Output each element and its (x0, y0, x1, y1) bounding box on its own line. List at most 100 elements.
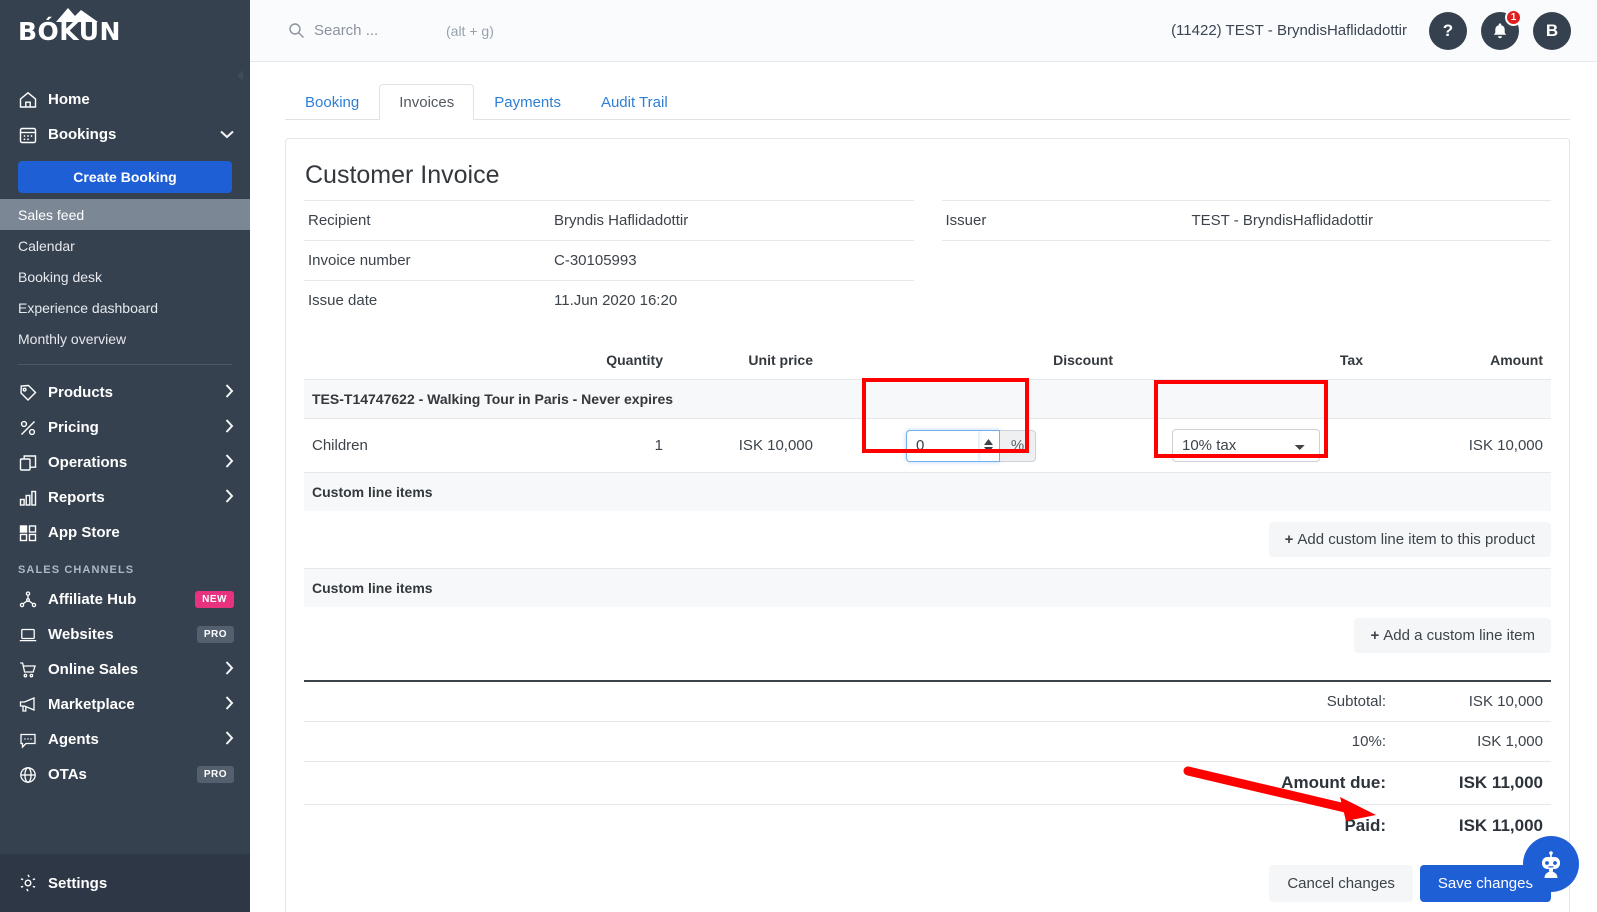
chevron-right-icon (225, 488, 234, 507)
meta-value: Bryndis Haflidadottir (554, 212, 689, 229)
sidebar-item-label: Operations (48, 454, 128, 471)
mountain-logo-icon (56, 7, 98, 22)
globe-icon (18, 765, 48, 785)
invoice-actions: Cancel changes Save changes (304, 865, 1551, 902)
sidebar-item-calendar[interactable]: Calendar (0, 230, 250, 261)
col-header-description (304, 346, 551, 380)
table-row: Children 1 ISK 10,000 % (304, 418, 1551, 473)
tag-icon (18, 383, 48, 403)
bar-chart-icon (18, 488, 48, 508)
account-name: (11422) TEST - BryndisHaflidadottir (1171, 22, 1407, 39)
tab-label: Audit Trail (600, 94, 668, 111)
chevron-down-icon (220, 126, 234, 143)
sidebar-item-home[interactable]: Home (0, 82, 250, 117)
meta-value: TEST - BryndisHaflidadottir (1191, 212, 1373, 229)
add-custom-line-item-label: Add a custom line item (1383, 627, 1535, 644)
sidebar-item-operations[interactable]: Operations (0, 445, 250, 480)
network-icon (18, 590, 48, 610)
brand-logo[interactable]: BÓKUN (0, 0, 250, 62)
add-custom-to-product-label: Add custom line item to this product (1297, 531, 1535, 548)
meta-value: C-30105993 (554, 252, 637, 269)
tab-audit-trail[interactable]: Audit Trail (581, 84, 688, 120)
sidebar-item-products[interactable]: Products (0, 375, 250, 410)
search-input[interactable] (314, 22, 424, 39)
percent-icon (18, 418, 48, 438)
global-search[interactable]: (alt + g) (288, 22, 494, 39)
sidebar-collapse-toggle[interactable] (228, 58, 250, 92)
create-booking-label: Create Booking (73, 169, 177, 185)
chevron-right-icon (225, 383, 234, 402)
sidebar-item-affiliate-hub[interactable]: Affiliate Hub NEW (0, 582, 250, 617)
discount-spinner[interactable] (978, 429, 1000, 462)
meta-row-invoice-number: Invoice number C-30105993 (304, 240, 914, 280)
sidebar-item-label: Online Sales (48, 661, 139, 678)
totals-row-subtotal: Subtotal: ISK 10,000 (304, 682, 1551, 722)
sidebar-item-marketplace[interactable]: Marketplace (0, 687, 250, 722)
sidebar-item-label: Settings (48, 874, 108, 892)
sidebar-item-bookings[interactable]: Bookings (0, 117, 250, 152)
totals-value: ISK 1,000 (1394, 721, 1551, 762)
tax-select[interactable]: 10% tax No tax (1172, 429, 1320, 462)
help-button[interactable]: ? (1429, 11, 1467, 50)
sidebar-item-label: Reports (48, 489, 105, 506)
custom-line-items-label: Custom line items (304, 568, 1551, 607)
totals-row-tax: 10%: ISK 1,000 (304, 721, 1551, 762)
totals-label: Subtotal: (304, 682, 1394, 722)
discount-input[interactable] (906, 429, 978, 462)
cart-icon (18, 660, 48, 680)
sidebar-divider (18, 364, 232, 365)
add-custom-line-item-button[interactable]: + Add a custom line item (1354, 618, 1551, 653)
create-booking-button[interactable]: Create Booking (18, 161, 232, 193)
col-header-discount: Discount (1053, 352, 1113, 368)
sidebar-item-monthly-overview[interactable]: Monthly overview (0, 323, 250, 354)
sidebar-item-otas[interactable]: OTAs PRO (0, 757, 250, 792)
tab-booking[interactable]: Booking (285, 84, 379, 120)
sidebar-item-reports[interactable]: Reports (0, 480, 250, 515)
status-badge-new: NEW (195, 591, 234, 608)
layers-icon (18, 453, 48, 473)
top-header-bar: (alt + g) (11422) TEST - BryndisHaflidad… (250, 0, 1597, 62)
tab-payments[interactable]: Payments (474, 84, 581, 120)
sidebar-item-pricing[interactable]: Pricing (0, 410, 250, 445)
notifications-button[interactable]: 1 (1481, 8, 1522, 50)
plus-icon: + (1370, 627, 1380, 644)
custom-line-items-header-2: Custom line items (304, 568, 1551, 607)
meta-row-issuer: Issuer TEST - BryndisHaflidadottir (941, 200, 1551, 240)
avatar[interactable]: B (1533, 11, 1571, 50)
sidebar-item-experience-dashboard[interactable]: Experience dashboard (0, 292, 250, 323)
sidebar-item-label: Websites (48, 626, 114, 643)
cancel-changes-button[interactable]: Cancel changes (1269, 865, 1413, 902)
add-custom-line-item-row: + Add a custom line item (304, 607, 1551, 664)
totals-row-amount-due: Amount due: ISK 11,000 (304, 761, 1551, 805)
col-header-amount: Amount (1490, 352, 1543, 368)
sidebar-section-sales-channels: SALES CHANNELS (18, 564, 135, 576)
sidebar-item-online-sales[interactable]: Online Sales (0, 652, 250, 687)
chevron-down-icon (984, 446, 993, 453)
chat-icon (18, 730, 48, 750)
invoice-meta: Recipient Bryndis Haflidadottir Invoice … (304, 200, 1551, 320)
invoice-meta-left: Recipient Bryndis Haflidadottir Invoice … (304, 200, 914, 320)
sidebar-item-websites[interactable]: Websites PRO (0, 617, 250, 652)
sidebar-sub-label: Experience dashboard (18, 299, 159, 316)
sidebar-sub-label: Booking desk (18, 268, 103, 285)
totals-label: Paid: (1344, 816, 1386, 835)
invoice-tabs: Booking Invoices Payments Audit Trail (285, 80, 1570, 120)
sidebar-item-app-store[interactable]: App Store (0, 515, 250, 550)
sidebar-item-settings[interactable]: Settings (0, 854, 250, 912)
totals-value: ISK 11,000 (1458, 816, 1543, 835)
question-mark-icon: ? (1442, 20, 1454, 40)
chevron-left-icon (236, 69, 243, 81)
add-custom-line-item-to-product-button[interactable]: + Add custom line item to this product (1268, 522, 1551, 557)
home-icon (18, 90, 48, 110)
totals-label: 10%: (304, 721, 1394, 762)
product-group-row: TES-T14747622 - Walking Tour in Paris - … (304, 379, 1551, 419)
megaphone-icon (18, 695, 48, 715)
sidebar-item-booking-desk[interactable]: Booking desk (0, 261, 250, 292)
sidebar-item-agents[interactable]: Agents (0, 722, 250, 757)
discount-stepper-group[interactable]: % (906, 429, 1036, 462)
sidebar-item-sales-feed[interactable]: Sales feed (0, 199, 250, 230)
chat-support-button[interactable] (1523, 836, 1579, 892)
tab-invoices[interactable]: Invoices (379, 84, 475, 120)
totals-row-paid: Paid: ISK 11,000 (304, 805, 1551, 848)
tab-label: Booking (305, 94, 360, 111)
